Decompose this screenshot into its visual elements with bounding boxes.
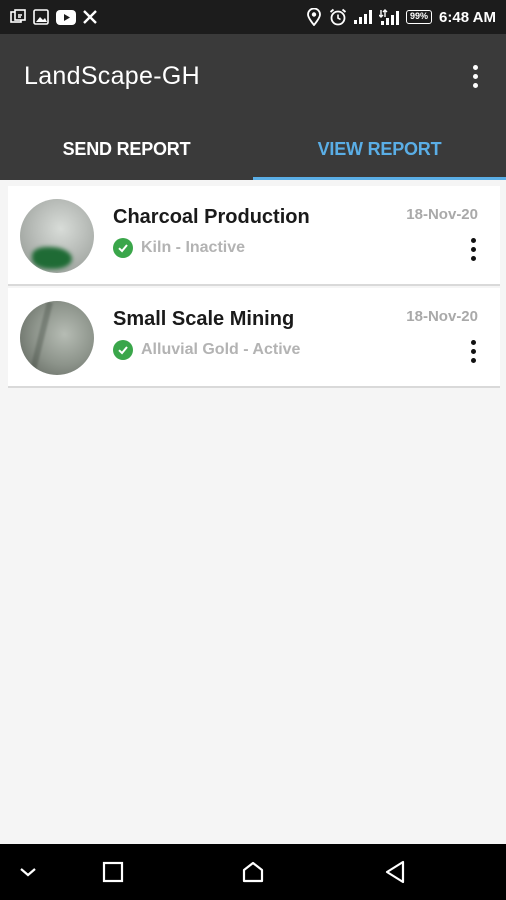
home-icon[interactable] xyxy=(239,858,267,886)
recent-apps-icon[interactable] xyxy=(99,858,127,886)
list-item[interactable]: Charcoal Production Kiln - Inactive 18-N… xyxy=(8,186,500,286)
navigation-bar xyxy=(0,844,506,900)
chevron-down-icon[interactable] xyxy=(14,858,42,886)
notification-icon xyxy=(10,9,26,25)
tab-bar: SEND REPORT VIEW REPORT xyxy=(0,118,506,180)
tab-view-report[interactable]: VIEW REPORT xyxy=(253,118,506,180)
report-title: Charcoal Production xyxy=(113,206,310,228)
battery-icon: 99% xyxy=(406,10,433,24)
signal-data-icon xyxy=(379,9,400,25)
youtube-icon xyxy=(56,9,76,25)
report-date: 18-Nov-20 xyxy=(406,206,478,223)
location-icon xyxy=(306,8,322,26)
report-status: Kiln - Inactive xyxy=(113,238,245,258)
status-bar: 99% 6:48 AM xyxy=(0,0,506,34)
back-icon[interactable] xyxy=(381,858,409,886)
check-circle-icon xyxy=(113,238,133,258)
status-time: 6:48 AM xyxy=(439,8,496,26)
report-title: Small Scale Mining xyxy=(113,308,295,330)
report-date: 18-Nov-20 xyxy=(406,308,478,325)
report-subtitle: Alluvial Gold - Active xyxy=(141,341,301,358)
signal-icon xyxy=(354,10,373,24)
alarm-icon xyxy=(329,8,347,26)
avatar xyxy=(20,301,94,375)
tab-send-report[interactable]: SEND REPORT xyxy=(0,118,253,180)
report-subtitle: Kiln - Inactive xyxy=(141,239,246,256)
report-list: Charcoal Production Kiln - Inactive 18-N… xyxy=(8,186,500,390)
status-left-icons xyxy=(10,9,97,25)
list-item[interactable]: Small Scale Mining Alluvial Gold - Activ… xyxy=(8,288,500,388)
report-status: Alluvial Gold - Active xyxy=(113,340,300,360)
image-icon xyxy=(33,9,49,25)
x-icon xyxy=(83,10,97,24)
app-title: LandScape-GH xyxy=(24,61,200,90)
status-right-icons: 99% 6:48 AM xyxy=(306,8,496,26)
item-menu-icon[interactable] xyxy=(467,236,480,263)
item-menu-icon[interactable] xyxy=(467,338,480,365)
app-bar: LandScape-GH xyxy=(0,34,506,118)
check-circle-icon xyxy=(113,340,133,360)
overflow-menu-icon[interactable] xyxy=(467,59,484,94)
avatar xyxy=(20,199,94,273)
